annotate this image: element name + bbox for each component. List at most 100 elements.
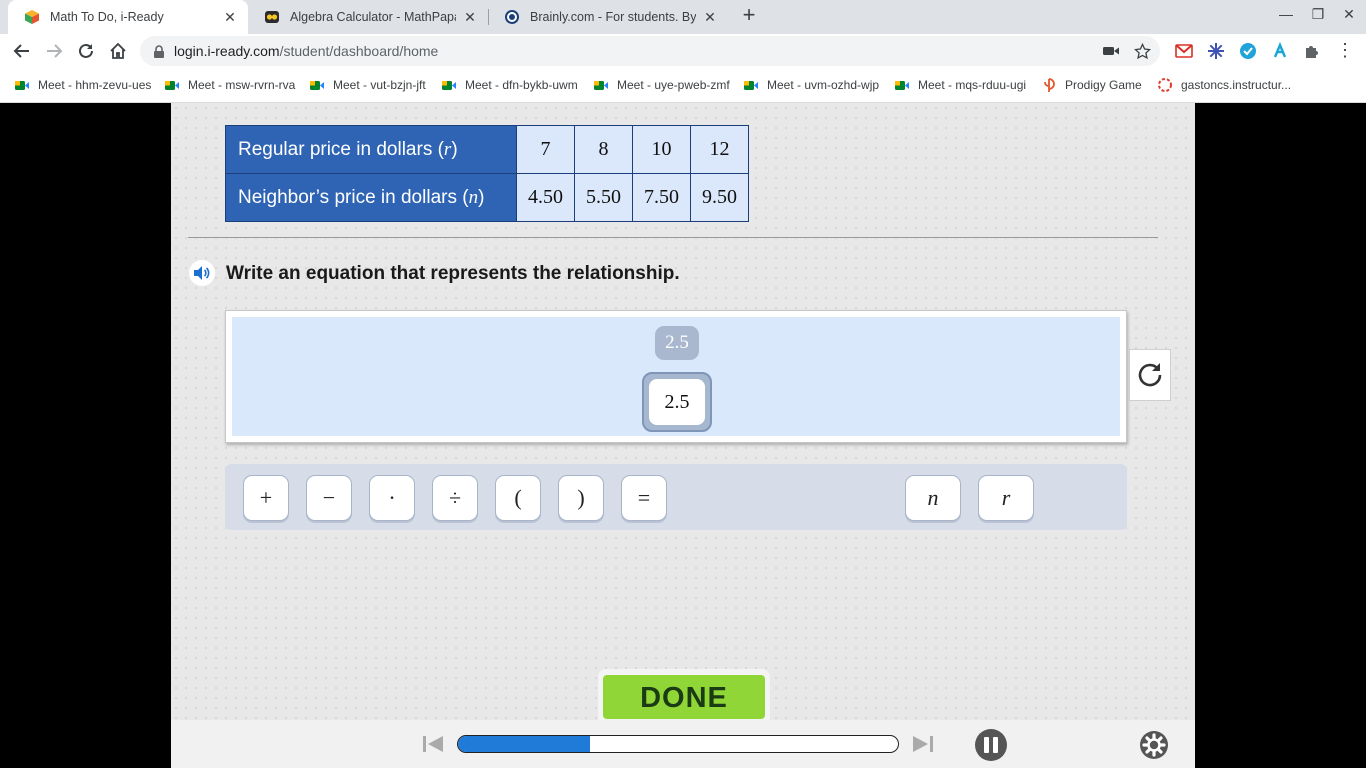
- bookmark-item[interactable]: Meet - vut-bzjn-jft: [309, 77, 426, 93]
- bookmark-item[interactable]: gastoncs.instructur...: [1157, 77, 1291, 93]
- iready-cube-icon: [25, 10, 39, 24]
- tab-iready[interactable]: Math To Do, i-Ready ✕: [8, 0, 248, 34]
- reset-icon: [1138, 363, 1162, 387]
- close-tab-icon[interactable]: ✕: [702, 9, 718, 26]
- done-button[interactable]: DONE: [603, 675, 765, 719]
- divider: [188, 237, 1158, 238]
- bookmark-label: Meet - msw-rvrn-rva: [188, 78, 296, 92]
- google-meet-icon: [15, 81, 29, 90]
- table-cell: 4.50: [516, 173, 575, 222]
- equals-key[interactable]: =: [621, 475, 667, 521]
- tab-title: Math To Do, i-Ready: [50, 10, 164, 24]
- placed-tile-slot[interactable]: 2.5: [642, 372, 712, 432]
- minimize-icon[interactable]: —: [1274, 6, 1298, 26]
- extensions-puzzle-icon[interactable]: [1303, 42, 1321, 60]
- gmail-icon[interactable]: [1175, 42, 1193, 60]
- address-bar[interactable]: login.i-ready.com/student/dashboard/home: [140, 36, 1160, 66]
- bookmark-item[interactable]: Meet - dfn-bykb-uwm: [441, 77, 578, 93]
- reset-button[interactable]: [1129, 349, 1171, 401]
- back-button[interactable]: [10, 39, 34, 63]
- placed-number-tile[interactable]: 2.5: [649, 379, 705, 425]
- tab-strip: Math To Do, i-Ready ✕ Algebra Calculator…: [0, 0, 1366, 34]
- tile-keypad: + − · ÷ ( ) = n r: [225, 464, 1127, 530]
- tab-brainly[interactable]: Brainly.com - For students. By st ✕: [488, 0, 728, 34]
- close-tab-icon[interactable]: ✕: [462, 9, 478, 26]
- done-button-frame: DONE: [598, 669, 770, 725]
- bookmark-label: Meet - mqs-rduu-ugi: [918, 78, 1027, 92]
- lock-icon: [154, 45, 164, 58]
- bookmark-item[interactable]: Meet - msw-rvrn-rva: [164, 77, 295, 93]
- bookmark-item[interactable]: Meet - uvm-ozhd-wjp: [743, 77, 879, 93]
- bookmark-item[interactable]: Meet - hhm-zevu-ues: [14, 77, 151, 93]
- close-tab-icon[interactable]: ✕: [222, 9, 238, 26]
- dragging-tile-preview: 2.5: [655, 326, 699, 360]
- pause-button[interactable]: [975, 729, 1007, 761]
- bookmarks-bar: Meet - hhm-zevu-ues Meet - msw-rvrn-rva …: [0, 68, 1366, 103]
- new-tab-button[interactable]: +: [737, 4, 761, 28]
- variable-n-key[interactable]: n: [905, 475, 961, 521]
- skip-back-icon[interactable]: [421, 734, 445, 754]
- restore-icon[interactable]: ❐: [1306, 6, 1330, 26]
- price-table: Regular price in dollars (r) 7 8 10 12 N…: [225, 125, 749, 222]
- prodigy-icon: [1044, 78, 1055, 92]
- answer-drop-zone[interactable]: 2.5 2.5: [232, 317, 1120, 436]
- variable-r-key[interactable]: r: [978, 475, 1034, 521]
- bookmark-label: Meet - uvm-ozhd-wjp: [767, 78, 880, 92]
- table-cell: 8: [574, 125, 633, 174]
- home-button[interactable]: [106, 39, 130, 63]
- bookmark-item[interactable]: Meet - mqs-rduu-ugi: [894, 77, 1026, 93]
- skip-forward-icon[interactable]: [911, 734, 935, 754]
- equation-answer-area[interactable]: 2.5 2.5: [225, 310, 1127, 443]
- more-menu-icon[interactable]: ⋮: [1336, 41, 1354, 60]
- lesson-controls-bar: [171, 720, 1195, 768]
- shield-extension-icon[interactable]: [1239, 42, 1257, 60]
- google-meet-icon: [442, 81, 456, 90]
- divide-key[interactable]: ÷: [432, 475, 478, 521]
- home-icon: [110, 42, 126, 59]
- plus-key[interactable]: +: [243, 475, 289, 521]
- lesson-stage: Regular price in dollars (r) 7 8 10 12 N…: [171, 103, 1195, 768]
- bookmark-label: Prodigy Game: [1065, 78, 1142, 92]
- bookmark-item[interactable]: Meet - uye-pweb-zmf: [593, 77, 730, 93]
- brainly-icon: [505, 10, 519, 24]
- open-paren-key[interactable]: (: [495, 475, 541, 521]
- kami-extension-icon[interactable]: [1271, 42, 1289, 60]
- close-paren-key[interactable]: ): [558, 475, 604, 521]
- url-host: login.i-ready.com: [174, 43, 280, 59]
- table-cell: 12: [690, 125, 749, 174]
- bookmark-star-icon[interactable]: [1134, 43, 1151, 60]
- forward-button[interactable]: [42, 39, 66, 63]
- pause-icon: [984, 737, 989, 753]
- read-aloud-button[interactable]: [189, 260, 215, 286]
- window-close-icon[interactable]: ✕: [1337, 6, 1361, 26]
- row-header-regular-price: Regular price in dollars (r): [225, 125, 517, 174]
- minus-key[interactable]: −: [306, 475, 352, 521]
- bookmark-label: Meet - hhm-zevu-ues: [38, 78, 152, 92]
- tab-mathpapa[interactable]: Algebra Calculator - MathPapa ✕: [248, 0, 488, 34]
- mathpapa-icon: [265, 11, 279, 23]
- browser-toolbar: login.i-ready.com/student/dashboard/home…: [0, 34, 1366, 68]
- table-cell: 9.50: [690, 173, 749, 222]
- snowflake-extension-icon[interactable]: [1207, 42, 1225, 60]
- reload-button[interactable]: [74, 39, 98, 63]
- google-meet-icon: [310, 81, 324, 90]
- google-meet-icon: [594, 81, 608, 90]
- table-cell: 5.50: [574, 173, 633, 222]
- url-path: /student/dashboard/home: [279, 43, 439, 59]
- bookmark-item[interactable]: Prodigy Game: [1041, 77, 1142, 93]
- table-row: Neighbor’s price in dollars (n) 4.50 5.5…: [225, 173, 749, 222]
- multiply-dot-key[interactable]: ·: [369, 475, 415, 521]
- camera-blocked-icon[interactable]: [1102, 43, 1120, 59]
- question-prompt: Write an equation that represents the re…: [226, 263, 680, 284]
- reload-icon: [79, 43, 93, 58]
- canvas-icon: [1158, 78, 1172, 92]
- progress-fill: [458, 736, 590, 752]
- table-cell: 10: [632, 125, 691, 174]
- bookmark-label: gastoncs.instructur...: [1181, 78, 1292, 92]
- lesson-progress-bar: [457, 735, 899, 753]
- bookmark-label: Meet - uye-pweb-zmf: [617, 78, 730, 92]
- settings-gear-icon[interactable]: [1139, 730, 1169, 760]
- table-row: Regular price in dollars (r) 7 8 10 12: [225, 125, 749, 174]
- google-meet-icon: [895, 81, 909, 90]
- table-cell: 7: [516, 125, 575, 174]
